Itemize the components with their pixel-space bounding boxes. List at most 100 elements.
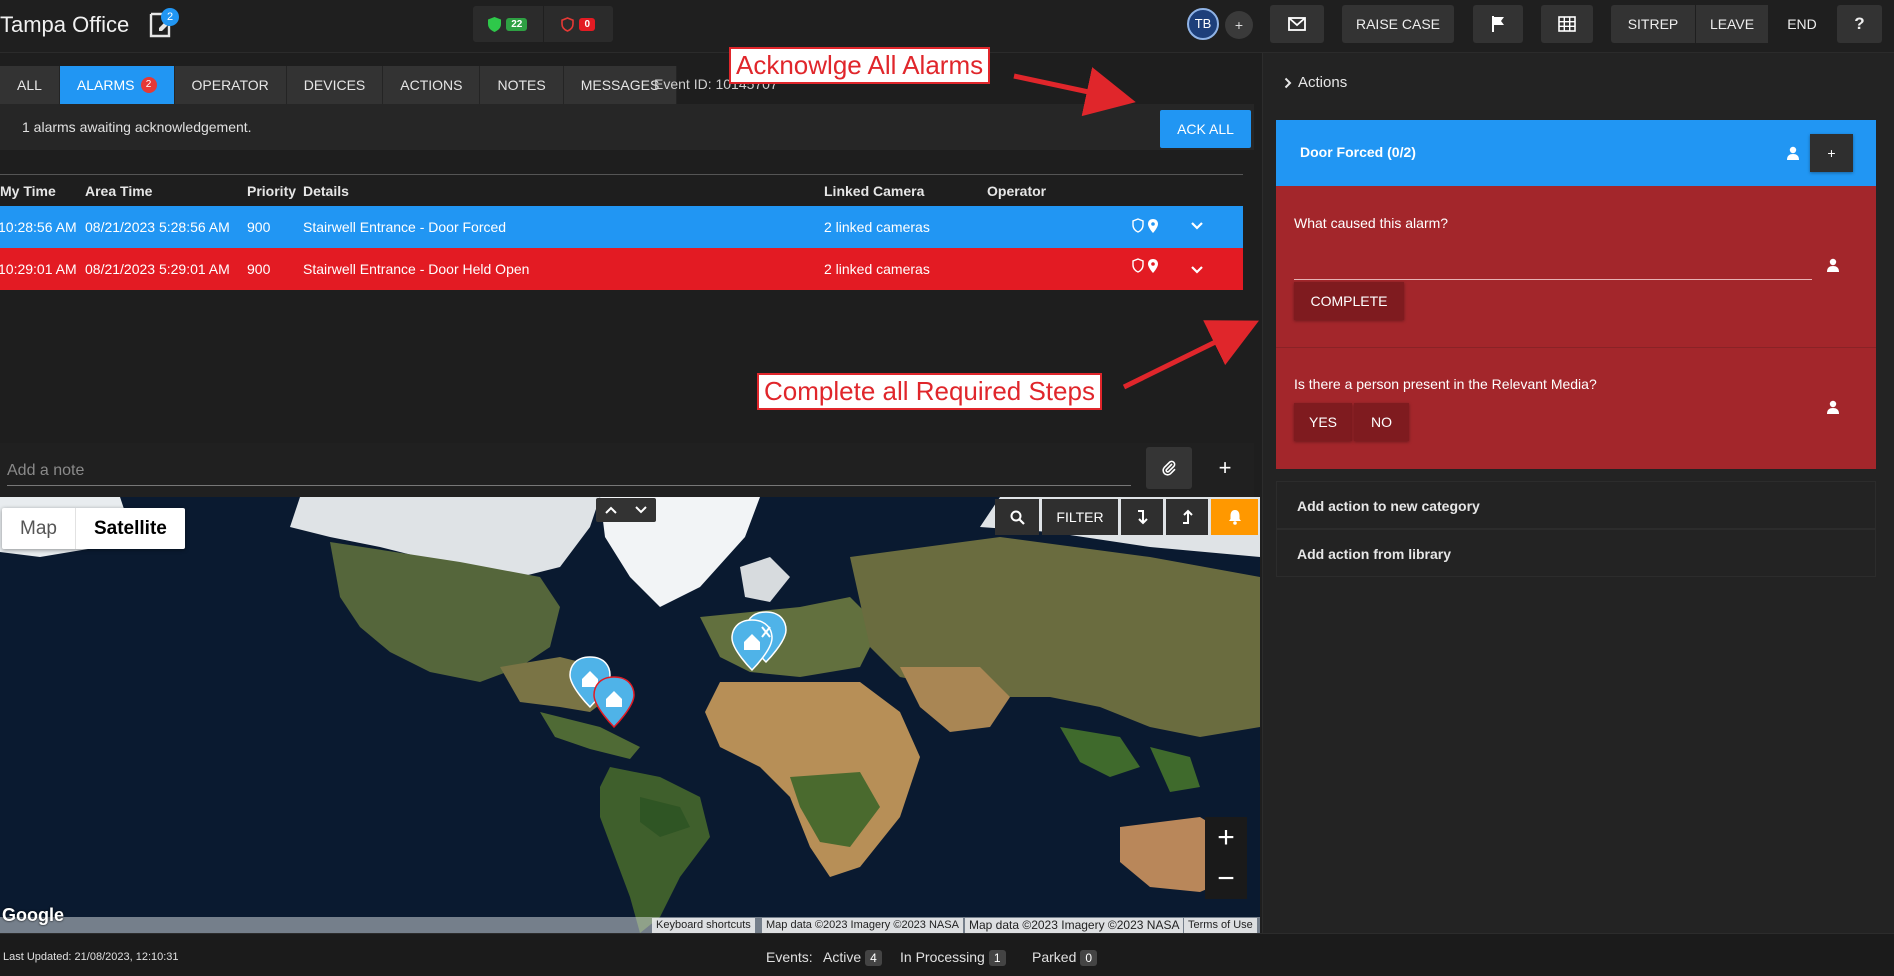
zoom-out-button[interactable]: −: [1205, 858, 1247, 899]
tab-operator[interactable]: OPERATOR: [174, 66, 287, 104]
active-events[interactable]: Active 4: [823, 949, 882, 966]
required-steps: What caused this alarm? COMPLETE Is ther…: [1276, 186, 1876, 469]
satellite-imagery: [0, 497, 1260, 933]
col-operator: Operator: [987, 183, 1047, 199]
add-action-new-category[interactable]: Add action to new category: [1276, 481, 1876, 529]
complete-button[interactable]: COMPLETE: [1294, 282, 1404, 320]
app-root: Tampa Office 2 22 0 TB + RAISE CASE SITR…: [0, 0, 1894, 976]
tab-alarms[interactable]: ALARMS 2: [59, 66, 175, 104]
cell-details: Stairwell Entrance - Door Forced: [303, 219, 507, 235]
add-library-label: Add action from library: [1297, 546, 1452, 562]
cell-my-time: 10:28:56 AM: [0, 219, 77, 235]
map-filter-button[interactable]: FILTER: [1042, 499, 1118, 535]
raise-case-button[interactable]: RAISE CASE: [1342, 5, 1454, 43]
search-icon: [1010, 510, 1025, 525]
arrow-up-icon: [1183, 509, 1193, 524]
top-bar: Tampa Office 2 22 0 TB + RAISE CASE SITR…: [0, 0, 1894, 53]
attach-button[interactable]: [1146, 447, 1192, 489]
flag-button[interactable]: [1473, 5, 1523, 43]
add-user-button[interactable]: +: [1225, 11, 1253, 39]
chevron-up-icon: [605, 506, 617, 514]
step1-question: What caused this alarm?: [1294, 215, 1449, 231]
help-button[interactable]: ?: [1837, 5, 1882, 43]
add-note-button[interactable]: +: [1202, 447, 1248, 489]
map-alert-button[interactable]: [1211, 499, 1258, 535]
satellite-view-button[interactable]: Satellite: [74, 508, 185, 549]
world-map[interactable]: Map Satellite FILTER + − Google Keyboard…: [0, 497, 1260, 933]
steps-callout: Complete all Required Steps: [757, 373, 1102, 410]
tab-actions[interactable]: ACTIONS: [383, 66, 481, 104]
leave-button[interactable]: LEAVE: [1696, 5, 1768, 43]
add-action-from-library[interactable]: Add action from library: [1276, 529, 1876, 577]
keyboard-shortcuts-link[interactable]: Keyboard shortcuts: [652, 918, 755, 933]
chevron-up-button[interactable]: [596, 498, 626, 522]
yes-button[interactable]: YES: [1294, 403, 1352, 441]
tab-notes[interactable]: NOTES: [480, 66, 564, 104]
chevron-down-icon[interactable]: [1190, 265, 1204, 275]
shield-pin-icon[interactable]: [1132, 218, 1160, 234]
cell-my-time: 10:29:01 AM: [0, 261, 77, 277]
add-action-button[interactable]: +: [1810, 134, 1853, 172]
shield-icon: [488, 16, 502, 32]
shield-pin-icon[interactable]: [1132, 258, 1160, 274]
grid-button[interactable]: [1541, 5, 1593, 43]
table-row[interactable]: 10:29:01 AM 08/21/2023 5:29:01 AM 900 St…: [0, 248, 1243, 290]
message-button[interactable]: [1270, 5, 1324, 43]
user-avatar[interactable]: TB: [1187, 8, 1219, 40]
ack-callout: Acknowlge All Alarms: [729, 47, 991, 84]
sort-up-button[interactable]: [1166, 499, 1208, 535]
status-ok[interactable]: 22: [473, 6, 543, 42]
chevron-down-icon: [635, 506, 647, 514]
map-view-button[interactable]: Map: [2, 508, 75, 549]
status-group[interactable]: 22 0: [473, 6, 613, 42]
action-category-header[interactable]: Door Forced (0/2) +: [1276, 120, 1876, 186]
table-row[interactable]: 10:28:56 AM 08/21/2023 5:28:56 AM 900 St…: [0, 206, 1243, 248]
cell-linked-camera[interactable]: 2 linked cameras: [824, 261, 930, 277]
sort-down-button[interactable]: [1121, 499, 1163, 535]
step1-answer-field[interactable]: [1294, 279, 1812, 280]
person-icon[interactable]: [1826, 258, 1840, 272]
notes-count-badge: 2: [161, 8, 179, 26]
person-icon[interactable]: [1786, 146, 1800, 160]
steps-arrow: [1122, 320, 1259, 390]
tab-label: DEVICES: [303, 77, 366, 93]
map-search-button[interactable]: [995, 499, 1039, 535]
ack-arrow: [1013, 67, 1136, 117]
ack-bar: 1 alarms awaiting acknowledgement.: [0, 104, 1254, 150]
processing-count: 1: [988, 950, 1006, 966]
google-logo: Google: [2, 905, 64, 925]
terms-of-use-link[interactable]: Terms of Use: [1184, 918, 1257, 933]
ack-all-button[interactable]: ACK ALL: [1160, 110, 1251, 148]
chevron-down-icon[interactable]: [1190, 221, 1204, 231]
actions-toggle[interactable]: Actions: [1284, 74, 1347, 91]
map-zoom-control: + −: [1205, 817, 1247, 899]
map-type-control: Map Satellite: [2, 508, 185, 549]
zoom-in-button[interactable]: +: [1205, 817, 1247, 858]
cell-area-time: 08/21/2023 5:29:01 AM: [85, 261, 230, 277]
parked-label: Parked: [1032, 949, 1077, 965]
tab-all[interactable]: ALL: [0, 66, 60, 104]
note-input[interactable]: [7, 456, 1131, 486]
sitrep-button[interactable]: SITREP: [1611, 5, 1695, 43]
alert-count-badge: 0: [579, 17, 596, 31]
tab-label: ALARMS: [76, 77, 135, 93]
status-footer: Last Updated: 21/08/2023, 12:10:31 Event…: [0, 933, 1894, 976]
col-linked-camera: Linked Camera: [824, 183, 925, 199]
parked-events[interactable]: Parked 0: [1032, 949, 1098, 966]
cell-linked-camera[interactable]: 2 linked cameras: [824, 219, 930, 235]
actions-header: Actions: [1298, 74, 1348, 91]
tab-label: ACTIONS: [400, 77, 463, 93]
cell-priority: 900: [247, 219, 271, 235]
end-button[interactable]: END: [1770, 5, 1834, 43]
status-alert[interactable]: 0: [542, 6, 614, 42]
person-icon[interactable]: [1826, 400, 1840, 414]
map-collapse-control: [596, 498, 656, 522]
step-divider: [1276, 347, 1876, 348]
shield-outline-icon: [561, 16, 575, 32]
col-priority: Priority: [247, 183, 297, 199]
chevron-down-button[interactable]: [626, 498, 656, 522]
tab-devices[interactable]: DEVICES: [286, 66, 384, 104]
processing-events[interactable]: In Processing 1: [900, 949, 1006, 966]
no-button[interactable]: NO: [1354, 403, 1409, 441]
tab-label: OPERATOR: [191, 77, 269, 93]
